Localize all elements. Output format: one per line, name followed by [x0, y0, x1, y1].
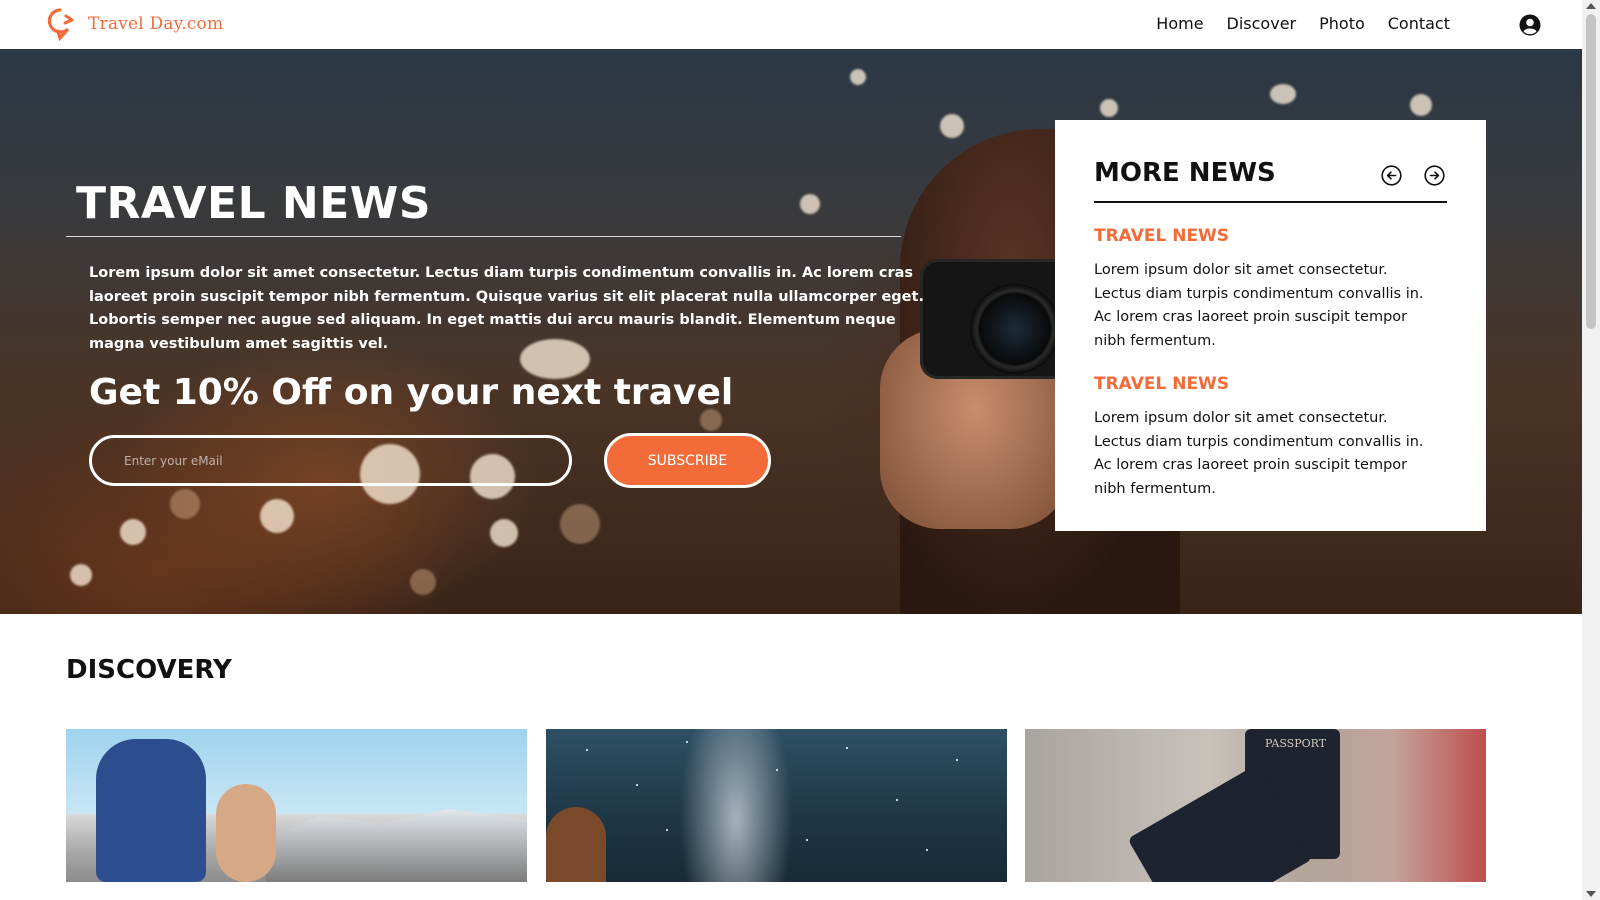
discovery-card-passports[interactable]: PASSPORT — [1025, 729, 1486, 882]
star — [636, 784, 638, 786]
scroll-down-icon[interactable] — [1586, 891, 1596, 897]
email-input[interactable] — [89, 435, 572, 486]
scroll-up-icon[interactable] — [1586, 3, 1596, 9]
bokeh-light — [170, 489, 200, 519]
bokeh-light — [850, 69, 866, 85]
star — [896, 799, 898, 801]
more-news-title: MORE NEWS — [1094, 158, 1276, 188]
discovery-card-hiker[interactable] — [66, 729, 527, 882]
hero-divider — [66, 236, 901, 237]
star — [776, 769, 778, 771]
brand-name: Travel Day.com — [88, 14, 224, 34]
star — [666, 829, 668, 831]
news-item-text: Lorem ipsum dolor sit amet consectetur. … — [1094, 262, 1424, 349]
news-item-text: Lorem ipsum dolor sit amet consectetur. … — [1094, 410, 1424, 497]
bokeh-light — [410, 569, 436, 595]
news-item-title[interactable]: TRAVEL NEWS — [1094, 374, 1229, 394]
discovery-card-night-sky[interactable] — [546, 729, 1007, 882]
star — [806, 839, 808, 841]
nav-discover[interactable]: Discover — [1227, 14, 1297, 33]
discovery-title: DISCOVERY — [66, 655, 232, 685]
star — [586, 749, 588, 751]
bokeh-light — [1270, 84, 1296, 104]
bokeh-light — [800, 194, 820, 214]
bokeh-light — [490, 519, 518, 547]
bokeh-light — [1410, 94, 1432, 116]
mountain-image — [266, 809, 527, 882]
star — [956, 759, 958, 761]
site-header: Travel Day.com Home Discover Photo Conta… — [0, 0, 1582, 49]
hiker-image — [216, 784, 276, 882]
main-nav: Home Discover Photo Contact — [1156, 14, 1450, 33]
more-news-card: MORE NEWS TRAVEL NEWS Lorem ipsum dolor … — [1055, 120, 1486, 531]
location-pin-arrow-icon — [47, 8, 74, 41]
passport-cover-text: PASSPORT — [1265, 737, 1327, 750]
more-news-divider — [1094, 201, 1447, 203]
subscribe-button[interactable]: SUBSCRIBE — [604, 433, 771, 488]
hero-offer-heading: Get 10% Off on your next travel — [89, 372, 734, 413]
user-circle-icon[interactable] — [1519, 14, 1541, 36]
star — [846, 747, 848, 749]
star — [926, 849, 928, 851]
bokeh-light — [1100, 99, 1118, 117]
page-scrollbar[interactable] — [1582, 0, 1600, 900]
bokeh-light — [940, 114, 964, 138]
hero-camera-lens-image — [970, 284, 1060, 374]
news-item-title[interactable]: TRAVEL NEWS — [1094, 226, 1229, 246]
star — [686, 741, 688, 743]
brand-logo[interactable]: Travel Day.com — [44, 7, 223, 41]
nav-home[interactable]: Home — [1156, 14, 1203, 33]
hero-title: TRAVEL NEWS — [76, 178, 432, 229]
hero-description: Lorem ipsum dolor sit amet consectetur. … — [89, 265, 924, 352]
scrollbar-thumb[interactable] — [1586, 14, 1596, 329]
bokeh-light — [120, 519, 146, 545]
nav-photo[interactable]: Photo — [1319, 14, 1365, 33]
bokeh-light — [70, 564, 92, 586]
nav-contact[interactable]: Contact — [1388, 14, 1450, 33]
bokeh-light — [560, 504, 600, 544]
hero-banner: TRAVEL NEWS Lorem ipsum dolor sit amet c… — [0, 49, 1582, 614]
arrow-left-circle-icon[interactable] — [1381, 165, 1402, 186]
bokeh-light — [260, 499, 294, 533]
rock-image — [546, 807, 606, 882]
backpack-image — [96, 739, 206, 882]
arrow-right-circle-icon[interactable] — [1424, 165, 1445, 186]
